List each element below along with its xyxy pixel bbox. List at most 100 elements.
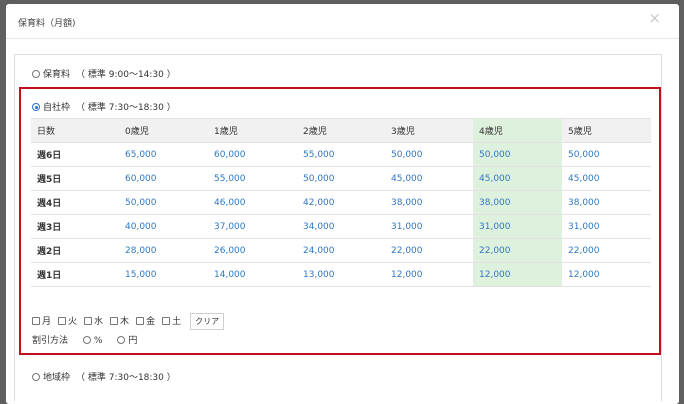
weekday-selector: 月 火 水 木 金 土クリア — [32, 313, 225, 330]
dialog-header: 保育料（月額) × — [6, 4, 679, 39]
table-row: 週1日 15,000 14,000 13,000 12,000 12,000 12,000 — [31, 262, 651, 287]
option-hoikuryo[interactable]: 保育料 （ 標準 9:00～14:30 ） — [32, 67, 176, 80]
day-checkbox-mon[interactable]: 月 — [32, 314, 51, 327]
radio-yen[interactable] — [117, 336, 126, 344]
radio-hoikuryo[interactable] — [32, 70, 40, 78]
checkbox-icon[interactable] — [58, 317, 67, 325]
day-label: 月 — [42, 317, 52, 327]
option-jishawaku[interactable]: 自社枠 （ 標準 7:30～18:30 ） — [32, 100, 176, 113]
day-checkbox-wed[interactable]: 水 — [84, 314, 103, 327]
fee-cell[interactable]: 45,000 — [562, 166, 651, 191]
day-label: 金 — [146, 317, 156, 327]
day-checkbox-sat[interactable]: 土 — [162, 314, 181, 327]
radio-percent[interactable] — [82, 336, 91, 344]
fee-cell[interactable]: 22,000 — [562, 238, 651, 263]
close-icon[interactable]: × — [648, 11, 661, 26]
checkbox-icon[interactable] — [110, 317, 119, 325]
fee-cell[interactable]: 40,000 — [119, 214, 208, 239]
fee-cell[interactable]: 55,000 — [208, 166, 297, 191]
row-label: 週2日 — [31, 238, 119, 263]
option-chiikiwaku[interactable]: 地域枠 （ 標準 7:30～18:30 ） — [32, 370, 176, 383]
fee-cell[interactable]: 50,000 — [297, 166, 385, 191]
fee-cell[interactable]: 24,000 — [297, 238, 385, 263]
dialog-title: 保育料（月額) — [18, 19, 76, 29]
header-age1: 1歳児 — [208, 118, 297, 143]
option-jishawaku-label: 自社枠 — [43, 103, 71, 113]
discount-method: 割引方法 % 円 — [32, 333, 137, 346]
radio-chiikiwaku[interactable] — [32, 373, 40, 381]
fee-cell[interactable]: 31,000 — [385, 214, 473, 239]
fee-cell[interactable]: 26,000 — [208, 238, 297, 263]
fee-cell[interactable]: 60,000 — [119, 166, 208, 191]
checkbox-icon[interactable] — [136, 317, 145, 325]
row-label: 週3日 — [31, 214, 119, 239]
discount-option-percent-label: % — [93, 336, 103, 346]
fee-cell[interactable]: 42,000 — [297, 190, 385, 215]
fee-cell[interactable]: 55,000 — [297, 142, 385, 167]
discount-option-yen-label: 円 — [128, 336, 138, 346]
day-label: 木 — [120, 317, 130, 327]
day-label: 火 — [68, 317, 78, 327]
fee-cell[interactable]: 65,000 — [119, 142, 208, 167]
fee-cell[interactable]: 12,000 — [473, 262, 562, 287]
fee-cell[interactable]: 45,000 — [385, 166, 473, 191]
row-label: 週5日 — [31, 166, 119, 191]
table-row: 週4日 50,000 46,000 42,000 38,000 38,000 38,000 — [31, 190, 651, 215]
fee-cell[interactable]: 60,000 — [208, 142, 297, 167]
option-jishawaku-note: （ 標準 7:30～18:30 ） — [76, 103, 176, 113]
fee-cell[interactable]: 50,000 — [562, 142, 651, 167]
fee-table: 日数 0歳児 1歳児 2歳児 3歳児 4歳児 5歳児 週6日 65,000 60,0… — [31, 118, 651, 287]
fee-cell[interactable]: 14,000 — [208, 262, 297, 287]
table-row: 週5日 60,000 55,000 50,000 45,000 45,000 45,000 — [31, 166, 651, 191]
clear-button[interactable]: クリア — [190, 313, 225, 330]
header-age4: 4歳児 — [473, 118, 562, 143]
fee-cell[interactable]: 31,000 — [562, 214, 651, 239]
checkbox-icon[interactable] — [32, 317, 40, 325]
fee-cell[interactable]: 22,000 — [385, 238, 473, 263]
option-hoikuryo-label: 保育料 — [43, 70, 71, 80]
fee-cell[interactable]: 22,000 — [473, 238, 562, 263]
day-checkbox-fri[interactable]: 金 — [136, 314, 155, 327]
fee-cell[interactable]: 34,000 — [297, 214, 385, 239]
header-age2: 2歳児 — [297, 118, 385, 143]
checkbox-icon[interactable] — [84, 317, 93, 325]
fee-cell[interactable]: 31,000 — [473, 214, 562, 239]
option-chiikiwaku-note: （ 標準 7:30～18:30 ） — [76, 373, 176, 383]
table-row: 週2日 28,000 26,000 24,000 22,000 22,000 22,000 — [31, 238, 651, 263]
day-checkbox-tue[interactable]: 火 — [58, 314, 77, 327]
fee-cell[interactable]: 38,000 — [385, 190, 473, 215]
table-header-row: 日数 0歳児 1歳児 2歳児 3歳児 4歳児 5歳児 — [31, 118, 651, 143]
fee-cell[interactable]: 50,000 — [385, 142, 473, 167]
fee-cell[interactable]: 15,000 — [119, 262, 208, 287]
fee-cell[interactable]: 50,000 — [473, 142, 562, 167]
day-label: 土 — [172, 317, 182, 327]
row-label: 週1日 — [31, 262, 119, 287]
day-label: 水 — [94, 317, 104, 327]
table-row: 週6日 65,000 60,000 55,000 50,000 50,000 50,000 — [31, 142, 651, 167]
option-chiikiwaku-label: 地域枠 — [43, 373, 71, 383]
checkbox-icon[interactable] — [162, 317, 171, 325]
day-checkbox-thu[interactable]: 木 — [110, 314, 129, 327]
header-age0: 0歳児 — [119, 118, 208, 143]
fee-cell[interactable]: 37,000 — [208, 214, 297, 239]
row-label: 週6日 — [31, 142, 119, 167]
discount-label: 割引方法 — [32, 336, 69, 346]
radio-jishawaku[interactable] — [32, 103, 40, 111]
header-age3: 3歳児 — [385, 118, 473, 143]
fee-cell[interactable]: 45,000 — [473, 166, 562, 191]
fee-cell[interactable]: 13,000 — [297, 262, 385, 287]
discount-option-percent[interactable]: % — [82, 336, 103, 346]
fee-cell[interactable]: 12,000 — [385, 262, 473, 287]
option-hoikuryo-note: （ 標準 9:00～14:30 ） — [76, 70, 176, 80]
table-row: 週3日 40,000 37,000 34,000 31,000 31,000 31,000 — [31, 214, 651, 239]
fee-cell[interactable]: 46,000 — [208, 190, 297, 215]
fee-cell[interactable]: 12,000 — [562, 262, 651, 287]
header-age5: 5歳児 — [562, 118, 651, 143]
fee-cell[interactable]: 28,000 — [119, 238, 208, 263]
discount-option-yen[interactable]: 円 — [117, 336, 137, 346]
fee-cell[interactable]: 38,000 — [562, 190, 651, 215]
fee-cell[interactable]: 50,000 — [119, 190, 208, 215]
header-days: 日数 — [31, 118, 119, 143]
fee-cell[interactable]: 38,000 — [473, 190, 562, 215]
row-label: 週4日 — [31, 190, 119, 215]
